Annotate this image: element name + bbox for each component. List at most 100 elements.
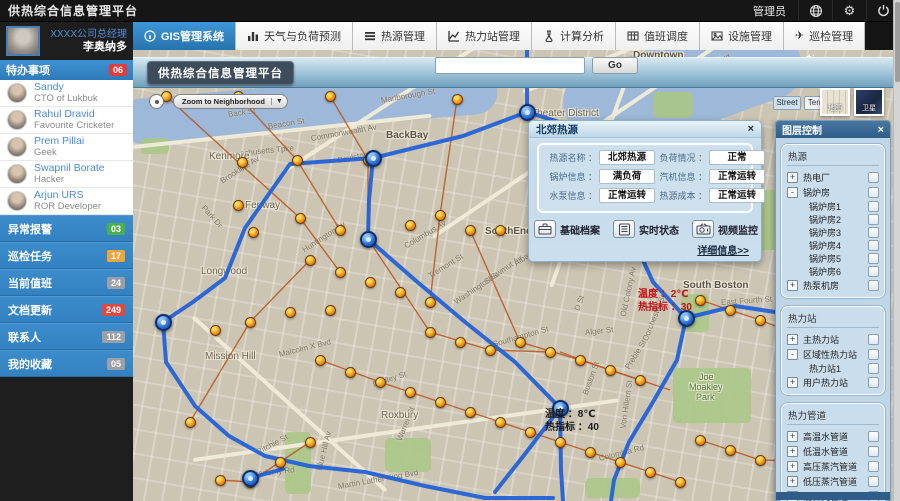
station-marker[interactable]	[295, 213, 306, 224]
layer-checkbox[interactable]	[868, 431, 879, 442]
station-marker[interactable]	[425, 297, 436, 308]
popup-close-icon[interactable]: ×	[748, 123, 754, 135]
expander-plus-icon[interactable]: +	[787, 431, 798, 442]
station-marker[interactable]	[515, 337, 526, 348]
station-marker[interactable]	[525, 427, 536, 438]
expander-plus-icon[interactable]: +	[787, 377, 798, 388]
station-marker[interactable]	[365, 277, 376, 288]
station-marker[interactable]	[375, 377, 386, 388]
station-marker[interactable]	[495, 225, 506, 236]
satellite-type-thumbnail[interactable]: 卫星	[854, 88, 884, 116]
map-search-input[interactable]	[435, 57, 585, 74]
sidebar-item-当前值班[interactable]: 当前值班24	[0, 269, 133, 296]
sidebar-item-我的收藏[interactable]: 我的收藏05	[0, 350, 133, 377]
station-marker[interactable]	[545, 347, 556, 358]
station-marker[interactable]	[305, 437, 316, 448]
station-marker[interactable]	[405, 387, 416, 398]
station-marker[interactable]	[755, 455, 766, 466]
sidebar-item-todo[interactable]: 特办事项 06	[0, 60, 133, 80]
layer-checkbox[interactable]	[868, 377, 879, 388]
layer-checkbox[interactable]	[868, 349, 879, 360]
settings-gear-icon[interactable]: ⚙	[832, 0, 866, 21]
tab-巡检管理[interactable]: ✈巡检管理	[784, 22, 865, 50]
sidebar-item-巡检任务[interactable]: 巡检任务17	[0, 242, 133, 269]
layer-checkbox[interactable]	[868, 187, 879, 198]
list-item[interactable]: Arjun URSROR Developer	[0, 188, 133, 215]
station-marker[interactable]	[325, 91, 336, 102]
station-marker[interactable]	[325, 305, 336, 316]
expander-minus-icon[interactable]: -	[787, 349, 798, 360]
layer-checkbox[interactable]	[868, 476, 879, 487]
sidebar-item-联系人[interactable]: 联系人112	[0, 323, 133, 350]
list-item[interactable]: Swapnil BorateHacker	[0, 161, 133, 188]
station-marker[interactable]	[555, 437, 566, 448]
tab-天气与负荷预测[interactable]: 天气与负荷预测	[236, 22, 353, 50]
station-marker[interactable]	[585, 447, 596, 458]
station-marker[interactable]	[237, 157, 248, 168]
expander-plus-icon[interactable]: +	[787, 476, 798, 487]
layer-checkbox[interactable]	[868, 266, 879, 277]
user-card[interactable]: XXXX公司总经理 李奥纳多	[0, 22, 133, 60]
tab-值班调度[interactable]: 值班调度	[616, 22, 700, 50]
station-marker[interactable]	[245, 317, 256, 328]
sidebar-item-异常报警[interactable]: 异常报警03	[0, 215, 133, 242]
station-marker[interactable]	[695, 435, 706, 446]
layer-checkbox[interactable]	[868, 214, 879, 225]
main-pipeline[interactable]	[163, 158, 553, 498]
视频监控-button[interactable]: 视频监控	[692, 220, 758, 238]
station-marker[interactable]	[405, 220, 416, 231]
layer-checkbox[interactable]	[868, 461, 879, 472]
station-marker[interactable]	[485, 345, 496, 356]
layer-checkbox[interactable]	[868, 280, 879, 291]
station-marker[interactable]	[435, 210, 446, 221]
map-canvas[interactable]: 供热综合信息管理平台 Go 10℃ Zoo	[133, 50, 893, 501]
layer-panel-close-icon[interactable]: ×	[878, 124, 884, 136]
tab-GIS管理系统[interactable]: GIS管理系统	[133, 22, 236, 50]
station-marker[interactable]	[435, 397, 446, 408]
tab-热力站管理[interactable]: 热力站管理	[437, 22, 532, 50]
page-scrollbar[interactable]	[893, 0, 900, 501]
expander-minus-icon[interactable]: -	[787, 187, 798, 198]
tab-设施管理[interactable]: 设施管理	[700, 22, 784, 50]
station-marker[interactable]	[233, 200, 244, 211]
tab-热源管理[interactable]: 热源管理	[353, 22, 437, 50]
map-type-thumbnail[interactable]: 地图	[820, 88, 850, 116]
station-marker[interactable]	[645, 467, 656, 478]
station-marker[interactable]	[635, 375, 646, 386]
expander-plus-icon[interactable]: +	[787, 334, 798, 345]
station-marker[interactable]	[210, 325, 221, 336]
layer-checkbox[interactable]	[868, 201, 879, 212]
station-marker[interactable]	[725, 305, 736, 316]
station-marker[interactable]	[315, 355, 326, 366]
scrollbar-thumb[interactable]	[895, 2, 900, 82]
station-marker[interactable]	[215, 475, 226, 486]
station-marker[interactable]	[248, 227, 259, 238]
list-item[interactable]: Rahul DravidFavourite Cricketer	[0, 107, 133, 134]
layer-checkbox[interactable]	[868, 363, 879, 374]
zoom-to-neighborhood-dropdown[interactable]: Zoom to Neighborhood ▼	[173, 94, 288, 109]
station-marker[interactable]	[425, 327, 436, 338]
globe-icon[interactable]	[798, 0, 832, 21]
street-view-button[interactable]: Street	[773, 96, 801, 110]
search-go-button[interactable]: Go	[592, 57, 638, 74]
tab-计算分析[interactable]: 计算分析	[532, 22, 616, 50]
list-item[interactable]: Prem PillaiGeek	[0, 134, 133, 161]
station-marker[interactable]	[335, 225, 346, 236]
station-marker[interactable]	[465, 225, 476, 236]
heat-source-node-marker[interactable]	[155, 314, 172, 331]
station-marker[interactable]	[695, 295, 706, 306]
station-marker[interactable]	[755, 315, 766, 326]
current-user[interactable]: 管理员	[741, 3, 798, 19]
expander-plus-icon[interactable]: +	[787, 172, 798, 183]
layer-checkbox[interactable]	[868, 334, 879, 345]
station-marker[interactable]	[495, 417, 506, 428]
layer-checkbox[interactable]	[868, 172, 879, 183]
heat-source-node-marker[interactable]	[365, 150, 382, 167]
heat-source-node-marker[interactable]	[360, 231, 377, 248]
station-marker[interactable]	[185, 417, 196, 428]
heat-source-node-marker[interactable]	[519, 104, 536, 121]
实时状态-button[interactable]: 实时状态	[613, 220, 679, 238]
基础档案-button[interactable]: 基础档案	[534, 220, 600, 238]
station-marker[interactable]	[335, 267, 346, 278]
station-marker[interactable]	[305, 255, 316, 266]
